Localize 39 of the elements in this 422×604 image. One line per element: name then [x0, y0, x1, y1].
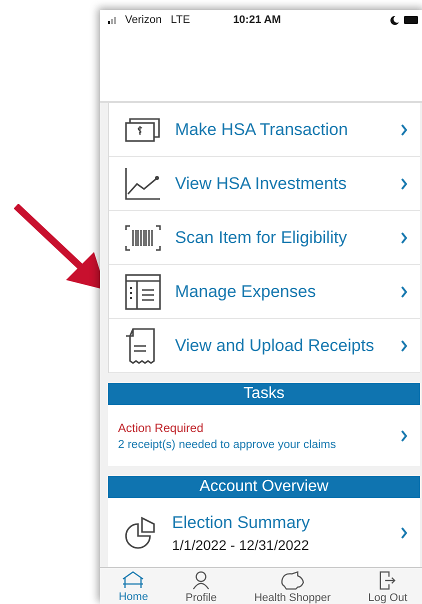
task-status: Action Required: [118, 420, 204, 435]
chevron-icon: [400, 286, 408, 298]
menu-item[interactable]: Scan Item for Eligibility: [109, 211, 420, 265]
tab[interactable]: Log Out: [364, 568, 412, 604]
date-range: 1/1/2022 - 12/31/2022: [172, 536, 310, 553]
person-icon: [191, 571, 212, 590]
clock-time: 10:21 AM: [233, 14, 281, 26]
pie-chart-icon: [124, 516, 158, 550]
task-message: 2 receipt(s) needed to approve your claims: [118, 438, 337, 451]
list-panel-icon: [125, 274, 161, 310]
election-summary-item[interactable]: Election Summary 1/1/2022 - 12/31/2022: [108, 498, 420, 567]
tab[interactable]: Home: [114, 568, 152, 604]
menu-item[interactable]: Manage Expenses: [109, 265, 420, 319]
battery-icon: [404, 16, 418, 24]
chevron-icon: [400, 232, 408, 244]
network-type: LTE: [170, 14, 190, 26]
tab[interactable]: Profile: [182, 568, 221, 604]
logout-icon: [378, 571, 397, 590]
menu-item[interactable]: View HSA Investments: [109, 157, 420, 211]
chevron-icon: [400, 340, 408, 352]
barcode-icon: [125, 224, 161, 250]
menu-item[interactable]: Make HSA Transaction: [109, 103, 420, 157]
moon-icon: [390, 16, 399, 25]
receipt-icon: [125, 328, 155, 364]
home-icon: [122, 571, 144, 589]
chevron-icon: [400, 178, 408, 190]
menu-item[interactable]: View and Upload Receipts: [109, 319, 420, 373]
carrier-name: Verizon: [125, 14, 162, 26]
task-item[interactable]: Action Required 2 receipt(s) needed to approve your claims: [108, 405, 420, 466]
chevron-icon: [400, 124, 408, 136]
chevron-icon: [400, 526, 408, 539]
chevron-icon: [400, 430, 408, 442]
section-header: Tasks: [108, 383, 420, 405]
section-header: Account Overview: [108, 476, 420, 498]
cash-icon: [125, 116, 161, 142]
summary-title: Election Summary: [172, 512, 311, 533]
tab[interactable]: Health Shopper: [250, 568, 335, 604]
piggy-bank-icon: [278, 571, 306, 590]
line-chart-icon: [125, 168, 161, 200]
